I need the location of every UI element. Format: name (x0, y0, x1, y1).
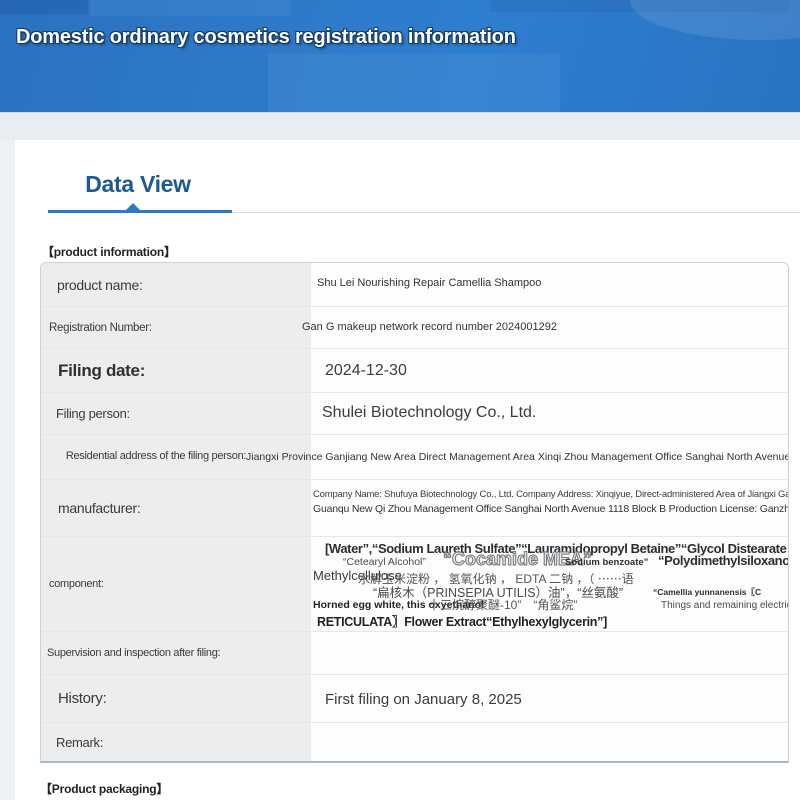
header-decor-shape (268, 54, 560, 112)
row-value: Shulei Biotechnology Co., Ltd. (322, 404, 536, 422)
manufacturer-line-2: Guanqu New Qi Zhou Management Office San… (313, 503, 779, 515)
component-value: [Water”,“Sodium Laureth Sulfate”“Laurami… (313, 537, 789, 632)
row-label: product name: (41, 263, 311, 306)
component-sodium-benzoate: Sodium benzoate” (565, 557, 648, 568)
table-row-manufacturer: manufacturer: Company Name: Shufuya Biot… (41, 479, 788, 536)
table-row-residential-address: Residential address of the filing person… (41, 434, 788, 479)
product-info-table: product name: Shu Lei Nourishing Repair … (40, 262, 789, 763)
header-banner: Domestic ordinary cosmetics registration… (0, 0, 800, 112)
row-value: Shu Lei Nourishing Repair Camellia Shamp… (317, 277, 541, 289)
section-product-packaging: 【Product packaging】 (40, 780, 168, 797)
row-value: First filing on January 8, 2025 (325, 691, 522, 708)
tab-active-triangle-icon (125, 203, 141, 211)
tab-data-view[interactable]: Data View (60, 171, 216, 198)
table-row-history: History: First filing on January 8, 2025 (41, 674, 788, 722)
page-title: Domestic ordinary cosmetics registration… (16, 26, 516, 49)
row-value: 2024-12-30 (325, 362, 407, 380)
row-label: History: (41, 675, 311, 722)
tab-divider-line (232, 212, 800, 213)
row-label: Filing date: (41, 349, 311, 392)
table-row-filing-date: Filing date: 2024-12-30 (41, 348, 788, 392)
header-decor-shape (90, 0, 290, 16)
row-value: Jiangxi Province Ganjiang New Area Direc… (246, 451, 789, 463)
row-label: component: (41, 537, 311, 631)
row-value: Gan G makeup network record number 20240… (302, 321, 557, 333)
component-camellia: “Camellia yunnanensis〖C (653, 586, 761, 598)
row-value (311, 723, 788, 762)
section-product-information: 【product information】 (42, 243, 176, 260)
table-row-supervision: Supervision and inspection after filing: (41, 631, 788, 674)
header-decor-shape (630, 0, 800, 40)
component-things-remaining: Things and remaining electricity: (661, 600, 789, 611)
table-row-registration-number: Registration Number: Gan G makeup networ… (41, 306, 788, 348)
row-label: Supervision and inspection after filing: (41, 632, 311, 674)
component-cetearyl-alcohol: “Cetearyl Alcohol” (343, 556, 426, 568)
manufacturer-value: Company Name: Shufuya Biotechnology Co.,… (313, 489, 779, 515)
page: Domestic ordinary cosmetics registration… (0, 0, 800, 800)
header-band (0, 112, 800, 140)
table-row-remark: Remark: (41, 722, 788, 762)
table-row-component: component: [Water”,“Sodium Laureth Sulfa… (41, 536, 788, 631)
row-value (311, 632, 788, 674)
manufacturer-line-1: Company Name: Shufuya Biotechnology Co.,… (313, 489, 779, 500)
header-decor-shape (0, 0, 88, 14)
row-label: Filing person: (41, 393, 311, 434)
table-row-filing-person: Filing person: Shulei Biotechnology Co.,… (41, 392, 788, 434)
table-row-product-name: product name: Shu Lei Nourishing Repair … (41, 263, 788, 306)
component-line-6: RETICULATA〗Flower Extract“Ethylhexylglyc… (317, 611, 607, 630)
component-polydimethylsiloxanol: “Polydimethylsiloxanol” (658, 553, 789, 568)
row-label: manufacturer: (41, 480, 311, 536)
row-label: Registration Number: (41, 307, 311, 348)
row-label: Remark: (41, 723, 311, 762)
